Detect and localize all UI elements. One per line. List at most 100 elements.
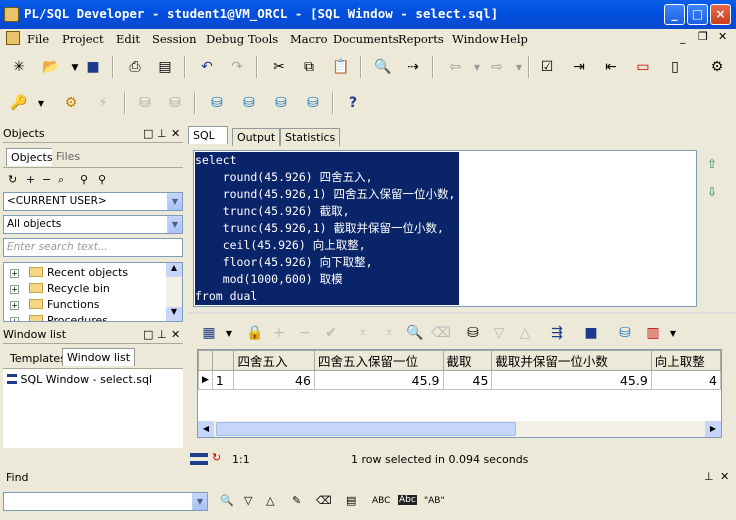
- forward-icon[interactable]: ⇨: [486, 56, 508, 78]
- key-dropdown-icon[interactable]: ▼: [30, 93, 52, 115]
- tab-objects[interactable]: Objects: [6, 148, 58, 166]
- menu-tools[interactable]: Tools: [248, 32, 278, 46]
- paste-icon[interactable]: 📋: [330, 56, 352, 78]
- replace-icon[interactable]: ⇢: [402, 56, 424, 78]
- filter-up-icon[interactable]: △: [514, 322, 536, 344]
- find-input[interactable]: ▼: [3, 492, 208, 511]
- menu-debug[interactable]: Debug: [206, 32, 244, 46]
- table-cell[interactable]: 45: [442, 370, 493, 390]
- commit-icon[interactable]: ⛁: [134, 92, 156, 114]
- table-cell[interactable]: 45.9: [491, 370, 652, 390]
- scrollbar-thumb[interactable]: [216, 422, 516, 436]
- remove-icon[interactable]: −: [42, 173, 51, 186]
- scroll-up-icon[interactable]: ⇧: [707, 157, 717, 171]
- back-dropdown-icon[interactable]: ▼: [466, 57, 488, 79]
- column-header[interactable]: 向上取整: [650, 350, 721, 371]
- fetch-last-icon[interactable]: ⩡: [378, 322, 400, 344]
- chevron-down-icon[interactable]: ▼: [167, 216, 182, 233]
- table-cell[interactable]: 46: [233, 370, 315, 390]
- toolbar-options-icon[interactable]: ⚙: [706, 56, 728, 78]
- find-next-icon[interactable]: ▽: [244, 494, 252, 507]
- indent-icon[interactable]: ⇥: [568, 56, 590, 78]
- user-combo[interactable]: <CURRENT USER> ▼: [3, 192, 183, 211]
- forward-dropdown-icon[interactable]: ▼: [508, 57, 530, 79]
- link-icon[interactable]: ⇶: [546, 322, 568, 344]
- filter-down-icon[interactable]: ▽: [488, 322, 510, 344]
- column-header[interactable]: 四舍五入保留一位: [313, 350, 444, 371]
- window-list-item[interactable]: SQL Window - select.sql: [7, 373, 152, 386]
- filter-icon[interactable]: ⚲: [80, 173, 88, 186]
- menu-macro[interactable]: Macro: [290, 32, 328, 46]
- maximize-button[interactable]: □: [687, 4, 708, 25]
- search-input[interactable]: Enter search text...: [3, 238, 183, 257]
- grid-horizontal-scrollbar[interactable]: ◀ ▶: [198, 421, 721, 437]
- clear-icon[interactable]: ⌫: [430, 322, 452, 344]
- panel-float-icon[interactable]: □: [143, 328, 153, 341]
- panel-float-icon[interactable]: □: [143, 127, 153, 140]
- sql-editor[interactable]: select round(45.926) 四舍五入, round(45.926,…: [193, 150, 697, 307]
- print-preview-icon[interactable]: ▤: [154, 56, 176, 78]
- break-icon[interactable]: ⚡: [92, 92, 114, 114]
- tree-item[interactable]: + Procedures: [10, 314, 108, 321]
- command-window-icon[interactable]: ⛁: [270, 92, 292, 114]
- undo-icon[interactable]: ↶: [196, 56, 218, 78]
- menu-session[interactable]: Session: [152, 32, 197, 46]
- tab-templates[interactable]: Templates: [6, 350, 70, 368]
- panel-pin-icon[interactable]: ⊥: [157, 328, 167, 341]
- grid-save-icon[interactable]: ■: [580, 322, 602, 344]
- column-header[interactable]: 截取并保留一位小数: [491, 350, 652, 371]
- regex-toggle[interactable]: "AB": [424, 496, 445, 506]
- clear-highlight-icon[interactable]: ⌫: [316, 494, 332, 507]
- scroll-down-icon[interactable]: ⇩: [707, 185, 717, 199]
- menu-reports[interactable]: Reports: [398, 32, 444, 46]
- copy-icon[interactable]: ⧉: [298, 56, 320, 78]
- tab-window-list[interactable]: Window list: [62, 348, 136, 366]
- filter-combo[interactable]: All objects ▼: [3, 215, 183, 234]
- post-icon[interactable]: ✔: [320, 322, 342, 344]
- find-options-icon[interactable]: ▤: [346, 494, 356, 507]
- find-icon[interactable]: 🔍: [372, 56, 394, 78]
- menu-window[interactable]: Window: [452, 32, 499, 46]
- mdi-close-button[interactable]: ✕: [718, 30, 727, 43]
- tree-item[interactable]: + Recycle bin: [10, 282, 110, 295]
- mdi-minimize-button[interactable]: _: [680, 31, 686, 44]
- menu-file[interactable]: File: [27, 32, 49, 46]
- delete-record-icon[interactable]: −: [294, 322, 316, 344]
- expand-icon[interactable]: +: [10, 301, 19, 310]
- scroll-right-icon[interactable]: ▶: [705, 421, 721, 437]
- find-previous-icon[interactable]: △: [266, 494, 274, 507]
- chart-dropdown-icon[interactable]: ▼: [662, 323, 684, 345]
- result-grid[interactable]: 四舍五入 四舍五入保留一位 截取 截取并保留一位小数 向上取整 ▶ 1 46 4…: [197, 349, 722, 438]
- cut-icon[interactable]: ✂: [268, 56, 290, 78]
- rollback-icon[interactable]: ⛁: [164, 92, 186, 114]
- help-icon[interactable]: ?: [342, 92, 364, 114]
- add-icon[interactable]: +: [26, 173, 35, 186]
- menu-edit[interactable]: Edit: [116, 32, 140, 46]
- print-icon[interactable]: ⎙: [124, 56, 146, 78]
- panel-close-icon[interactable]: ✕: [171, 328, 180, 341]
- chevron-down-icon[interactable]: ▼: [192, 493, 207, 510]
- tab-output[interactable]: Output: [232, 128, 281, 146]
- gear-icon[interactable]: ⚙: [60, 92, 82, 114]
- menu-documents[interactable]: Documents: [333, 32, 399, 46]
- query-find-icon[interactable]: 🔍: [404, 322, 426, 344]
- column-header[interactable]: 四舍五入: [233, 350, 315, 371]
- whole-word-toggle[interactable]: Abc: [398, 495, 417, 505]
- find-pin-icon[interactable]: ⊥: [704, 470, 714, 483]
- scroll-left-icon[interactable]: ◀: [198, 421, 214, 437]
- open-icon[interactable]: 📂: [40, 56, 62, 78]
- menu-help[interactable]: Help: [500, 32, 528, 46]
- chevron-down-icon[interactable]: ▼: [167, 193, 182, 210]
- save-icon[interactable]: ■: [82, 56, 104, 78]
- tab-sql[interactable]: SQL: [188, 126, 228, 144]
- chart-icon[interactable]: ▥: [642, 322, 664, 344]
- explain-plan-icon[interactable]: ⛁: [302, 92, 324, 114]
- new-icon[interactable]: ✳: [8, 56, 30, 78]
- expand-icon[interactable]: +: [10, 285, 19, 294]
- checklist-icon[interactable]: ☑: [536, 56, 558, 78]
- close-button[interactable]: ×: [710, 4, 731, 25]
- tab-files[interactable]: Files: [52, 148, 85, 166]
- unindent-icon[interactable]: ⇤: [600, 56, 622, 78]
- match-case-toggle[interactable]: ABC: [372, 496, 390, 506]
- find-object-icon[interactable]: ⌕: [58, 173, 64, 187]
